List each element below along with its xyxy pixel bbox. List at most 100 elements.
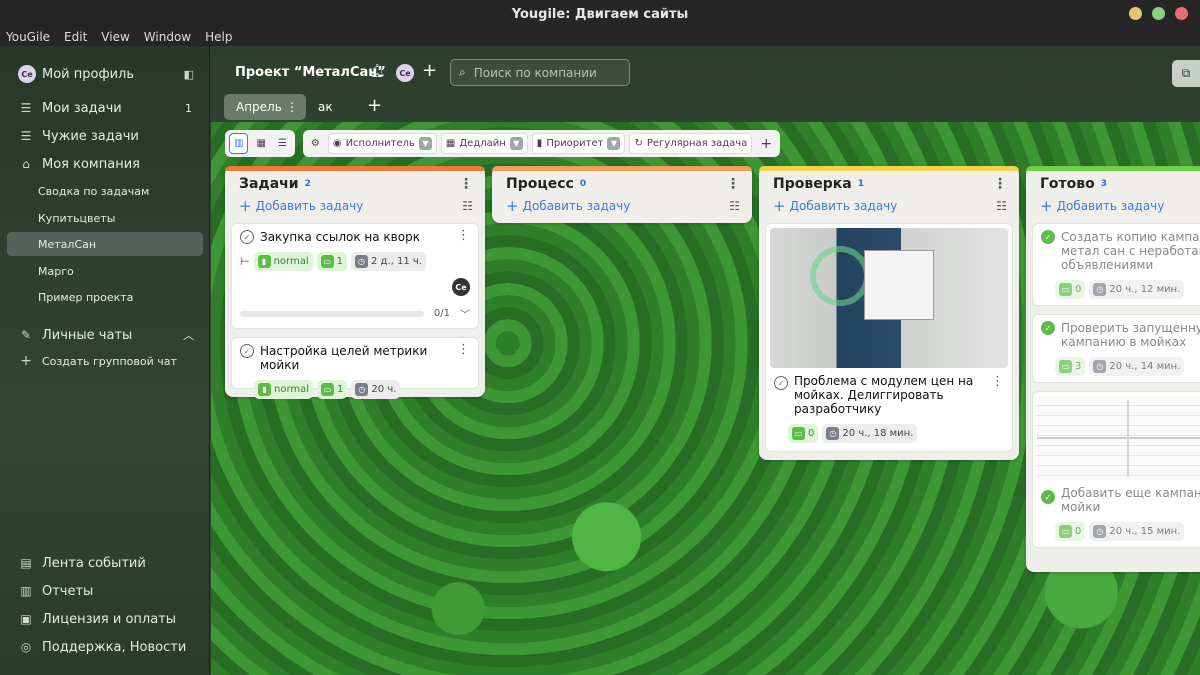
column-title: Готово xyxy=(1040,176,1095,192)
sidebar-item-reports[interactable]: ▥ Отчеты xyxy=(0,581,210,601)
priority-chip[interactable]: ▮ normal xyxy=(254,380,314,399)
comments-chip[interactable]: ▭ 1 xyxy=(317,380,348,399)
task-image[interactable] xyxy=(770,228,1008,368)
task-card[interactable]: ✓ ⋮ Закупка ссылок на кворк ⊢ ▮ normal ▭ 1… xyxy=(231,223,479,329)
close-button[interactable] xyxy=(1175,7,1188,20)
comments-chip[interactable]: ▭ 1 xyxy=(316,252,348,271)
maximize-button[interactable] xyxy=(1152,7,1165,20)
timer-chip[interactable]: ◷ 20 ч., 14 мин. xyxy=(1089,357,1185,376)
card-menu-icon[interactable]: ⋮ xyxy=(457,228,470,243)
timer-chip[interactable]: ◷ 20 ч., 18 мин. xyxy=(822,424,918,443)
avatar[interactable]: Ce xyxy=(396,64,414,82)
sidebar-item-company[interactable]: ⌂ Моя компания xyxy=(0,154,210,174)
sidebar-item-chats[interactable]: ✎ Личные чаты ︿ xyxy=(0,325,210,345)
calendar-view-icon[interactable]: ▦ xyxy=(252,133,269,154)
collapse-sidebar-icon[interactable]: ◧ xyxy=(184,68,194,81)
timer-chip[interactable]: ◷ 20 ч., 12 мин. xyxy=(1089,280,1185,299)
menu-help[interactable]: Help xyxy=(205,30,232,44)
menu-view[interactable]: View xyxy=(101,30,129,44)
bell-icon[interactable]: 🔔︎ xyxy=(369,64,386,79)
comments-count: 1 xyxy=(336,256,344,267)
add-tab-icon[interactable]: + xyxy=(367,95,382,116)
add-task-label: Добавить задачу xyxy=(1056,199,1165,213)
filter-recurring[interactable]: ↻ Регулярная задача xyxy=(629,133,753,154)
filter-priority[interactable]: ▮ Приоритет ▼ xyxy=(531,133,626,154)
settings-icon[interactable]: ⚙ xyxy=(307,133,324,154)
menu-window[interactable]: Window xyxy=(144,30,191,44)
sidebar-subitem-project[interactable]: Марго xyxy=(0,262,210,280)
check-icon[interactable]: ✓ xyxy=(1041,321,1055,335)
column-header[interactable]: Задачи 2 ⋮ xyxy=(231,171,479,197)
create-group-chat[interactable]: + Создать групповой чат xyxy=(0,352,210,370)
sidebar-item-feed[interactable]: ▤ Лента событий xyxy=(0,553,210,573)
sidebar-item-my-tasks[interactable]: ☰ Мои задачи 1 xyxy=(0,98,210,118)
comments-chip[interactable]: ▭ 0 xyxy=(1055,522,1086,541)
check-icon[interactable]: ✓ xyxy=(774,376,788,390)
task-card[interactable]: ✓ ⋮ Проблема с модулем цен на мойках. Де… xyxy=(765,223,1013,452)
check-icon[interactable]: ✓ xyxy=(1041,490,1055,504)
task-card[interactable]: ✓ ⋮ Настройка целей метрики мойки ▮ norma… xyxy=(231,337,479,399)
sidebar-item-support[interactable]: ◎ Поддержка, Новости xyxy=(0,637,210,657)
filter-deadline[interactable]: ▦ Дедлайн ▼ xyxy=(440,133,528,154)
add-task-button[interactable]: +Добавить задачу☷ xyxy=(1032,197,1200,215)
add-filter-icon[interactable]: + xyxy=(756,133,776,154)
avatar[interactable]: Ce xyxy=(452,278,470,296)
comment-icon: ▭ xyxy=(792,427,805,440)
task-card[interactable]: ✓ Создать копию кампании метал сан с нер… xyxy=(1032,223,1200,306)
sidebar-item-others-tasks[interactable]: ☰ Чужие задачи xyxy=(0,126,210,146)
timer-chip[interactable]: ◷ 2 д., 11 ч. xyxy=(351,252,426,271)
chevron-down-icon[interactable]: ﹀ xyxy=(460,306,470,321)
board: ▥ ▦ ☰ ⚙ ◉ Исполнитель ▼ ▦ Дедлайн ▼ ▮ Приорит… xyxy=(211,122,1200,675)
tab-menu-icon[interactable]: ⋮ xyxy=(286,100,298,114)
check-icon[interactable]: ✓ xyxy=(240,344,254,358)
filter-assignee[interactable]: ◉ Исполнитель ▼ xyxy=(327,133,437,154)
sidebar-subitem-project[interactable]: Купитьцветы xyxy=(0,209,210,227)
time-label: 20 ч., 15 мин. xyxy=(1109,526,1181,537)
comments-chip[interactable]: ▭ 0 xyxy=(1055,280,1086,299)
check-icon[interactable]: ✓ xyxy=(240,230,254,244)
chevron-up-icon[interactable]: ︿ xyxy=(183,327,194,343)
kanban-view-icon[interactable]: ▥ xyxy=(229,133,249,154)
add-member-icon[interactable]: + xyxy=(422,60,437,81)
template-icon[interactable]: ☷ xyxy=(462,199,479,213)
search-input[interactable]: ⌕ Поиск по компании xyxy=(450,59,630,86)
menu-edit[interactable]: Edit xyxy=(64,30,87,44)
card-menu-icon[interactable]: ⋮ xyxy=(457,342,470,357)
chat-panel-icon[interactable]: ⧉ xyxy=(1172,60,1200,87)
sidebar-subitem-project-active[interactable]: МеталСан xyxy=(7,232,203,256)
column-menu-icon[interactable]: ⋮ xyxy=(459,176,479,192)
sidebar-subitem-project[interactable]: Пример проекта xyxy=(0,288,210,306)
column-header[interactable]: Процесс 0 ⋮ xyxy=(498,171,746,197)
template-icon[interactable]: ☷ xyxy=(996,199,1013,213)
tab-ak[interactable]: ак xyxy=(318,100,333,114)
menubar: YouGile Edit View Window Help xyxy=(0,28,1200,46)
gantt-view-icon[interactable]: ☰ xyxy=(274,133,291,154)
task-card[interactable]: ✓ Проверить запущенную кампанию в мойках… xyxy=(1032,314,1200,383)
check-icon[interactable]: ✓ xyxy=(1041,230,1055,244)
sidebar-subitem-summary[interactable]: Сводка по задачам xyxy=(0,182,210,200)
column-menu-icon[interactable]: ⋮ xyxy=(993,176,1013,192)
column-menu-icon[interactable]: ⋮ xyxy=(726,176,746,192)
priority-chip[interactable]: ▮ normal xyxy=(253,252,313,271)
column-header[interactable]: Готово3⋮ xyxy=(1032,171,1200,197)
task-card[interactable]: ✓ Добавить еще кампаний мойки ▭0 ◷20 ч.,… xyxy=(1032,391,1200,548)
menu-yougile[interactable]: YouGile xyxy=(6,30,50,44)
card-menu-icon[interactable]: ⋮ xyxy=(991,374,1004,389)
comments-chip[interactable]: ▭ 3 xyxy=(1055,357,1086,376)
tab-april[interactable]: Апрель ⋮ xyxy=(224,94,306,120)
time-label: 20 ч., 12 мин. xyxy=(1109,284,1181,295)
add-task-button[interactable]: +Добавить задачу☷ xyxy=(231,197,479,215)
progress-track xyxy=(240,310,424,317)
add-task-button[interactable]: +Добавить задачу☷ xyxy=(498,197,746,215)
timer-chip[interactable]: ◷ 20 ч., 15 мин. xyxy=(1089,522,1185,541)
template-icon[interactable]: ☷ xyxy=(729,199,746,213)
minimize-button[interactable] xyxy=(1129,7,1142,20)
task-image[interactable] xyxy=(1037,396,1200,480)
profile-row[interactable]: Ce Мой профиль ◧ xyxy=(0,64,210,84)
timer-chip[interactable]: ◷ 20 ч. xyxy=(351,380,401,399)
comments-count: 3 xyxy=(1075,361,1082,372)
column-header[interactable]: Проверка 1 ⋮ xyxy=(765,171,1013,197)
add-task-button[interactable]: +Добавить задачу☷ xyxy=(765,197,1013,215)
comments-chip[interactable]: ▭ 0 xyxy=(788,424,819,443)
sidebar-item-license[interactable]: ▣ Лицензия и оплаты xyxy=(0,609,210,629)
